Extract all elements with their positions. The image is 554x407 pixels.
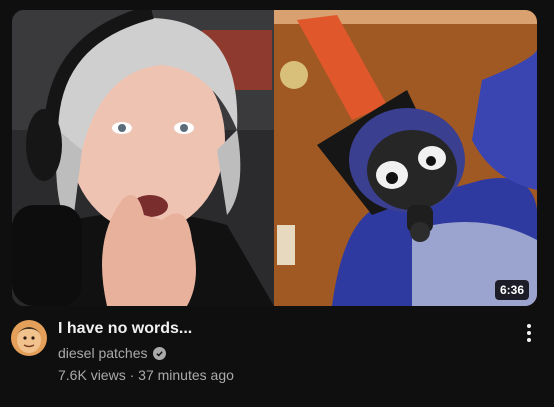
channel-row: diesel patches [58,345,166,361]
more-vert-icon[interactable] [518,320,540,346]
channel-avatar[interactable] [11,320,47,356]
video-title[interactable]: I have no words... [58,320,192,338]
meta-separator: · [129,367,135,383]
channel-name[interactable]: diesel patches [58,345,148,361]
view-count: 7.6K views [58,367,126,383]
upload-age: 37 minutes ago [138,367,234,383]
verified-check-icon [152,346,166,360]
video-metadata: 7.6K views · 37 minutes ago [58,367,234,383]
video-thumbnail[interactable]: 6:36 [12,10,537,306]
duration-badge: 6:36 [494,280,529,300]
video-card[interactable]: 6:36 I have no words... diesel patches 7… [0,0,554,407]
